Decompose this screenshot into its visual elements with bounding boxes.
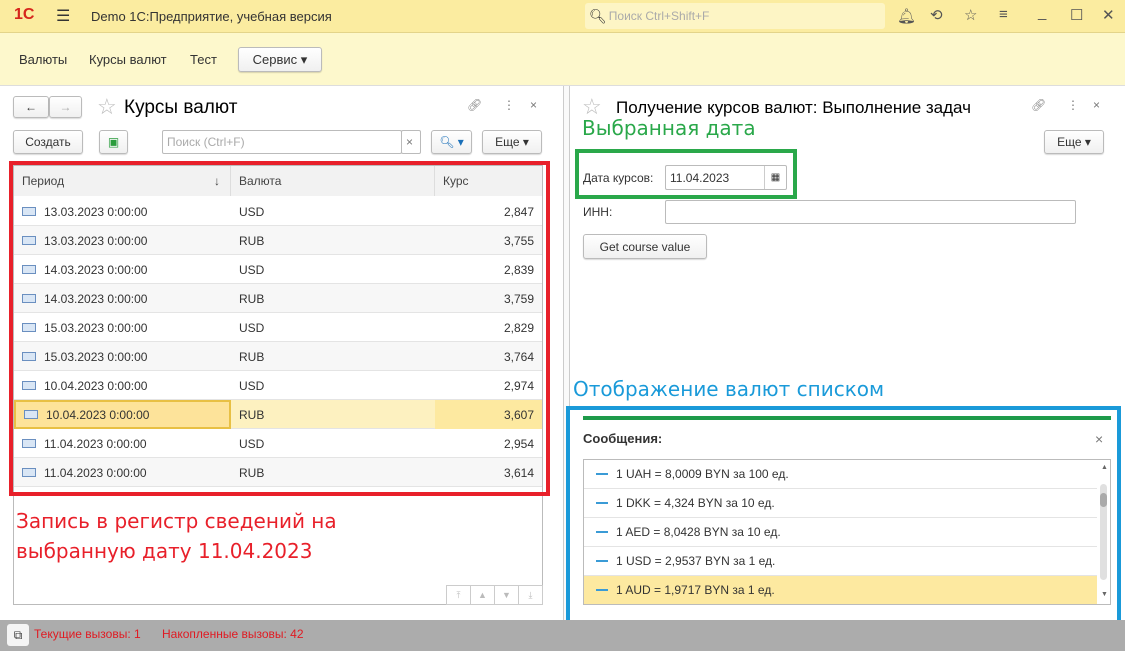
- back-button[interactable]: ←: [13, 96, 49, 118]
- minimize-icon[interactable]: _: [1038, 4, 1046, 21]
- annotation-line-2: выбранную дату 11.04.2023: [16, 539, 313, 563]
- section-rates[interactable]: Курсы валют: [89, 52, 167, 67]
- favorite-star-icon[interactable]: ☆: [97, 94, 117, 120]
- green-annotation-text: Выбранная дата: [582, 116, 756, 140]
- next-row-button[interactable]: ▼: [495, 586, 519, 604]
- list-search-placeholder: Поиск (Ctrl+F): [167, 135, 245, 149]
- close-form-icon[interactable]: ×: [530, 98, 537, 112]
- more-vert-icon-right[interactable]: ⋮: [1067, 98, 1079, 112]
- date-input[interactable]: 11.04.2023 ▦: [665, 165, 787, 190]
- 1c-logo[interactable]: 1С: [14, 6, 34, 24]
- list-search-input[interactable]: Поиск (Ctrl+F): [162, 130, 402, 154]
- link-icon[interactable]: 🔗︎: [467, 98, 482, 112]
- calendar-icon[interactable]: ▦: [764, 166, 786, 189]
- last-row-button[interactable]: ⤓: [519, 586, 542, 604]
- get-course-value-button[interactable]: Get course value: [583, 234, 707, 259]
- section-test[interactable]: Тест: [190, 52, 217, 67]
- create-label: Создать: [25, 135, 71, 149]
- menu-icon[interactable]: ☰: [56, 6, 70, 26]
- close-window-icon[interactable]: ✕: [1102, 6, 1115, 24]
- create-button[interactable]: Создать: [13, 130, 83, 154]
- more-label-right: Еще: [1057, 135, 1082, 149]
- accumulated-calls[interactable]: Накопленные вызовы: 42: [162, 627, 304, 641]
- first-row-button[interactable]: ⤒: [447, 586, 471, 604]
- service-button[interactable]: Сервис ▾: [238, 47, 322, 72]
- more-label: Еще: [495, 135, 520, 149]
- create-copy-button[interactable]: ▣: [99, 130, 128, 154]
- right-form-title: Получение курсов валют: Выполнение задач: [616, 98, 971, 117]
- get-button-label: Get course value: [599, 239, 691, 254]
- title-bar: 1С ☰ Demo 1С:Предприятие, учебная версия…: [0, 0, 1125, 33]
- left-form-title: Курсы валют: [124, 97, 238, 118]
- more-button-left[interactable]: Еще ▾: [482, 130, 542, 154]
- date-label: Дата курсов:: [583, 171, 654, 185]
- search-icon: 🔍︎: [589, 7, 607, 24]
- history-icon[interactable]: ⟲: [930, 6, 943, 24]
- current-calls[interactable]: Текущие вызовы: 1: [34, 627, 141, 641]
- star-icon[interactable]: ☆: [964, 6, 977, 24]
- bell-icon[interactable]: 🔔︎: [897, 7, 916, 25]
- forward-button[interactable]: →: [49, 96, 82, 118]
- maximize-icon[interactable]: ☐: [1070, 6, 1083, 24]
- more-button-right[interactable]: Еще ▾: [1044, 130, 1104, 154]
- blue-annotation-text: Отображение валют списком: [573, 377, 885, 401]
- blue-annotation-box: [566, 406, 1121, 625]
- close-form-icon-right[interactable]: ×: [1093, 98, 1100, 112]
- inn-input[interactable]: [665, 200, 1076, 224]
- search-placeholder: Поиск Ctrl+Shift+F: [608, 9, 710, 23]
- global-search-input[interactable]: 🔍︎ Поиск Ctrl+Shift+F: [585, 3, 885, 29]
- red-annotation-box: [9, 161, 550, 496]
- section-bar: Валюты Курсы валют Тест Сервис ▾: [0, 33, 1125, 86]
- clear-search-button[interactable]: ×: [401, 130, 421, 154]
- annotation-line-1: Запись в регистр сведений на: [16, 509, 337, 533]
- section-currencies[interactable]: Валюты: [19, 52, 67, 67]
- status-bar: ⧉ Текущие вызовы: 1 Накопленные вызовы: …: [0, 620, 1125, 651]
- filter-menu-icon[interactable]: ≡: [999, 6, 1008, 23]
- app-title: Demo 1С:Предприятие, учебная версия: [91, 9, 332, 24]
- table-nav-buttons: ⤒ ▲ ▼ ⤓: [446, 585, 543, 605]
- date-value: 11.04.2023: [670, 170, 730, 185]
- prev-row-button[interactable]: ▲: [471, 586, 495, 604]
- link-icon-right[interactable]: 🔗︎: [1031, 98, 1046, 112]
- windows-icon[interactable]: ⧉: [7, 624, 29, 646]
- more-vert-icon[interactable]: ⋮: [503, 98, 515, 112]
- inn-label: ИНН:: [583, 205, 613, 219]
- service-label: Сервис: [252, 52, 298, 67]
- red-annotation-text: Запись в регистр сведений на выбранную д…: [16, 506, 337, 566]
- search-options-button[interactable]: 🔍︎ ▾: [431, 130, 472, 154]
